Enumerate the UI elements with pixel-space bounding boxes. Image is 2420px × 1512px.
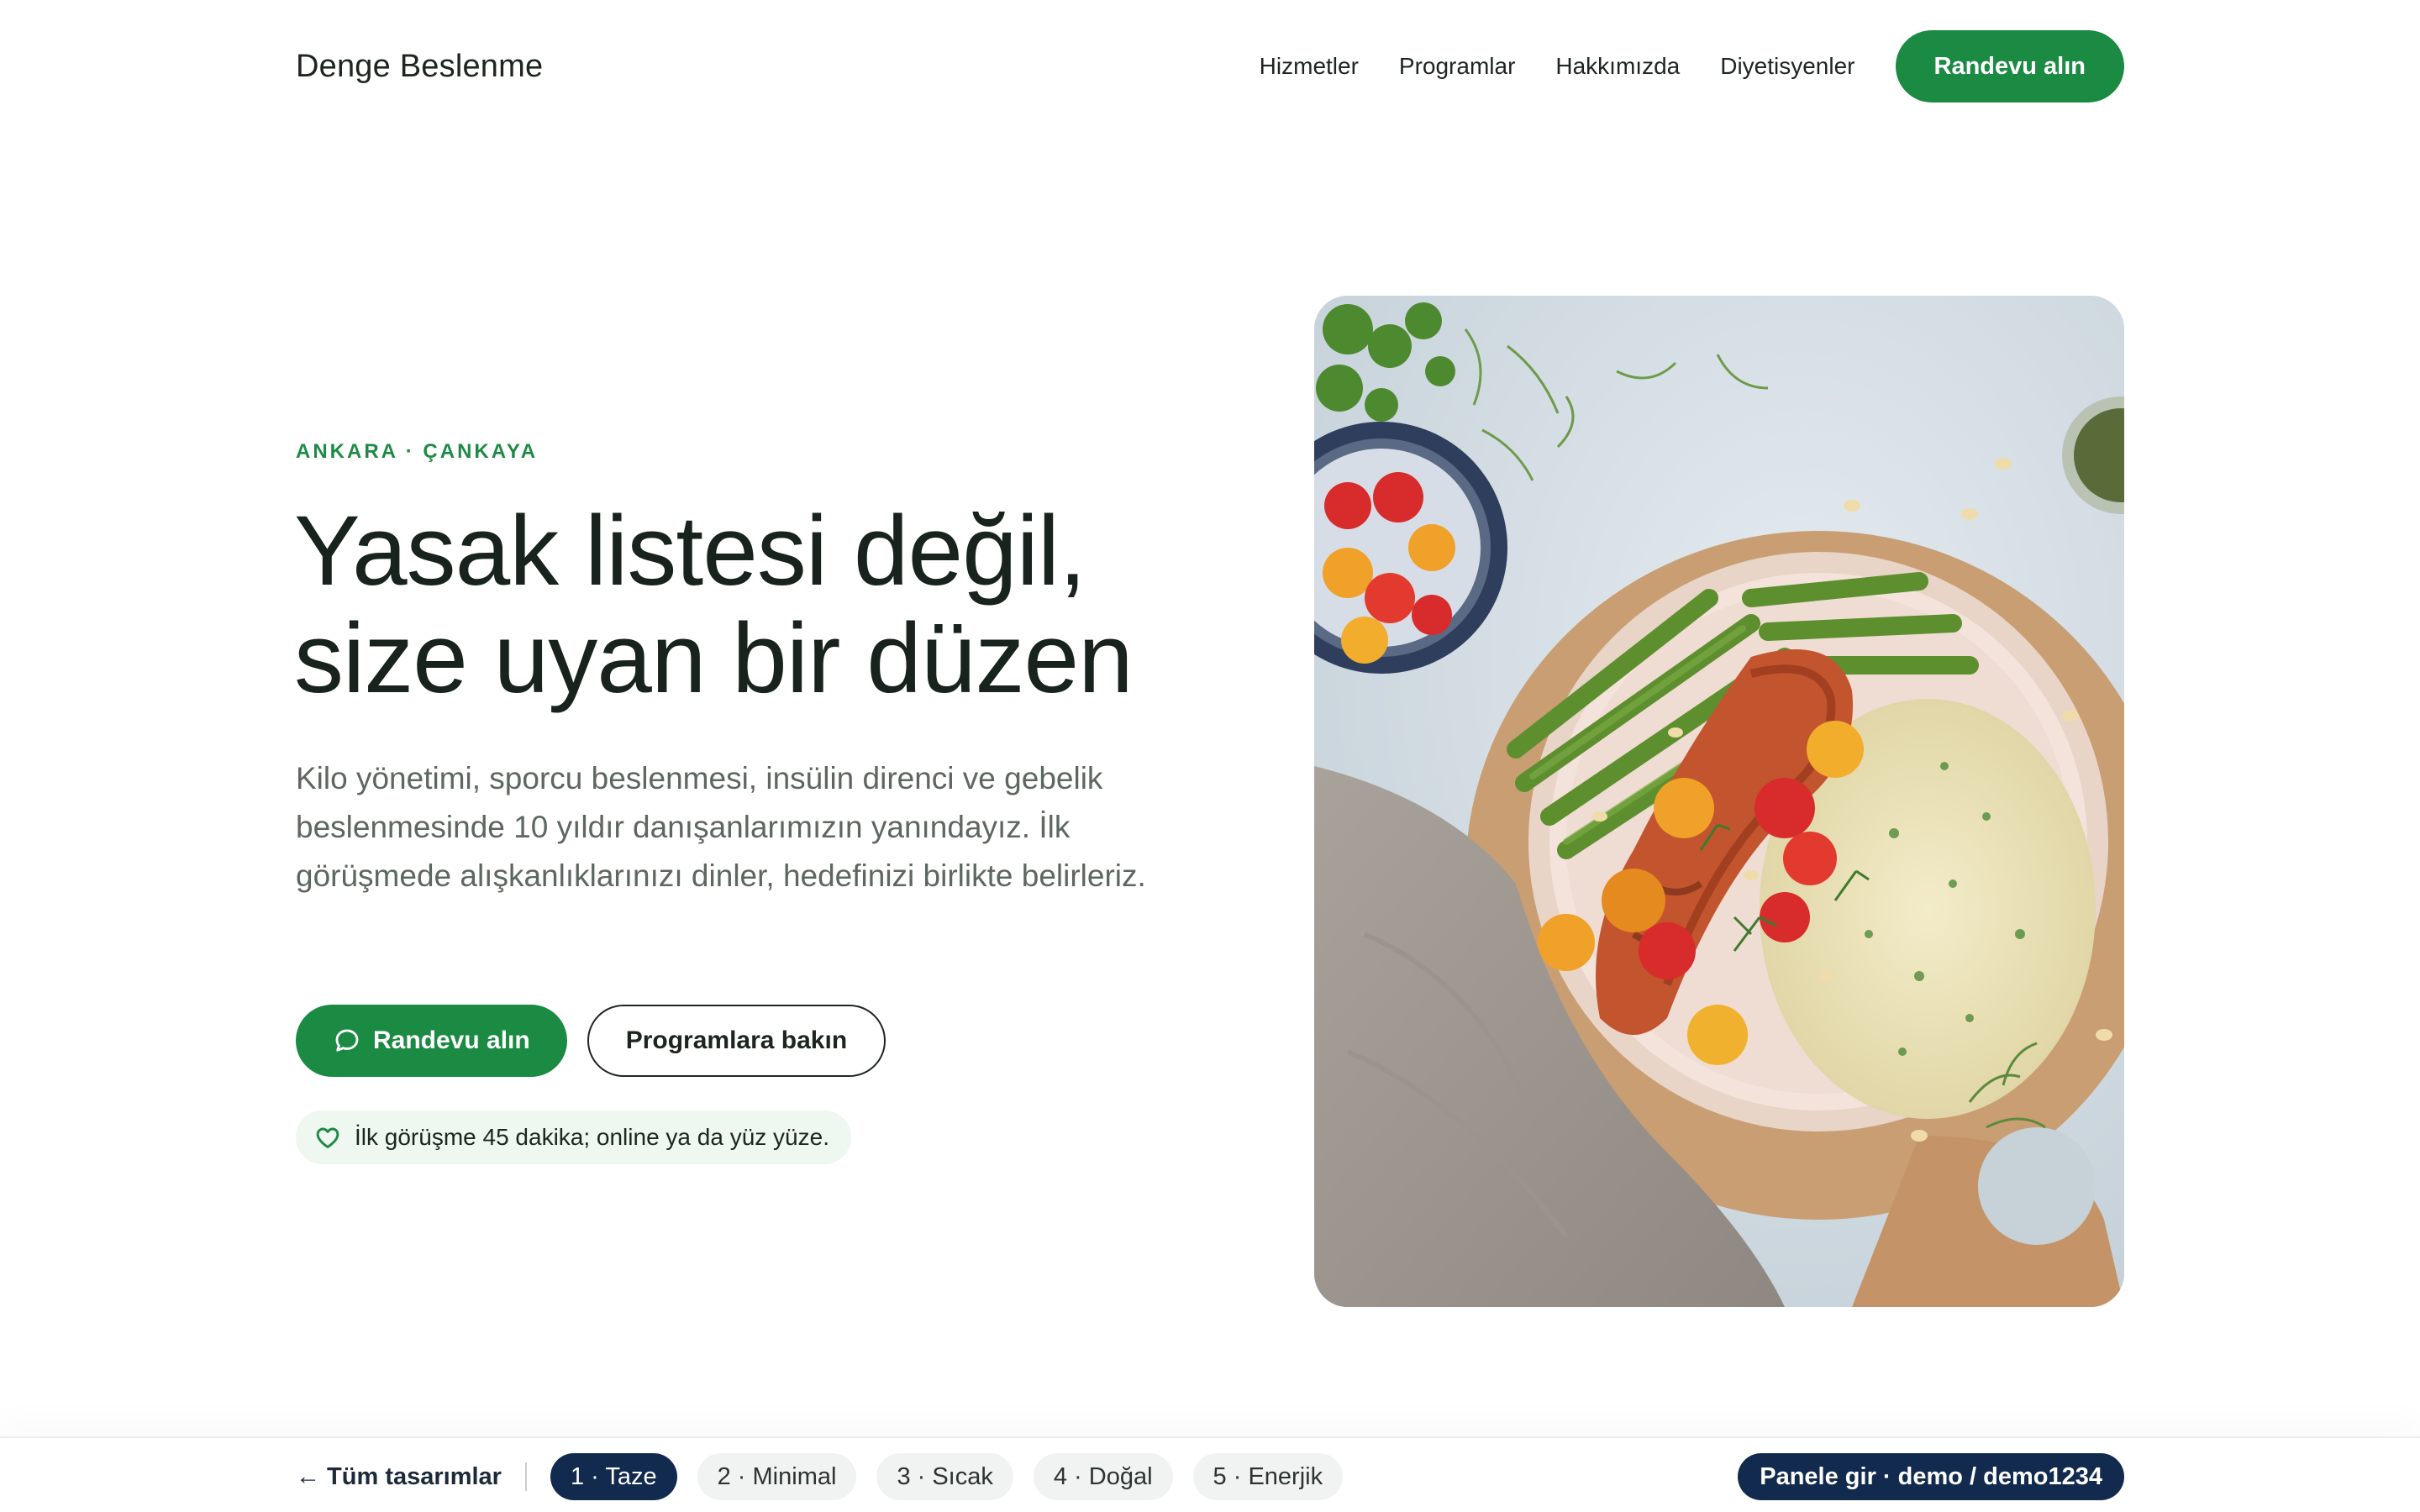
- hero-food-image: [1314, 296, 2124, 1307]
- nav-item-diyetisyenler[interactable]: Diyetisyenler: [1720, 53, 1854, 80]
- hero-headline-line-2: size uyan bir düzen: [294, 603, 1134, 714]
- hero-headline-line-1: Yasak listesi değil,: [294, 496, 1086, 606]
- main-nav: Hizmetler Programlar Hakkımızda Diyetisy…: [1260, 30, 2124, 102]
- first-meeting-note: İlk görüşme 45 dakika; online ya da yüz …: [296, 1110, 851, 1164]
- hero-lead: Kilo yönetimi, sporcu beslenmesi, insüli…: [296, 761, 1146, 893]
- variant-chip-minimal[interactable]: 2 · Minimal: [697, 1453, 857, 1500]
- site-header: Denge Beslenme Hizmetler Programlar Hakk…: [296, 30, 2124, 102]
- variant-chip-enerjik[interactable]: 5 · Enerjik: [1192, 1453, 1344, 1500]
- design-switcher-inner: ← Tüm tasarımlar 1 · Taze 2 · Minimal 3 …: [296, 1453, 2124, 1500]
- header-appointment-button[interactable]: Randevu alın: [1895, 30, 2124, 102]
- nav-item-programlar[interactable]: Programlar: [1399, 53, 1515, 80]
- hero-cta-row: Randevu alın Programlara bakın: [296, 1005, 886, 1077]
- all-designs-link[interactable]: ← Tüm tasarımlar: [296, 1463, 502, 1491]
- hero-appointment-button[interactable]: Randevu alın: [296, 1005, 567, 1077]
- switcher-divider: [524, 1462, 527, 1491]
- chat-bubble-icon: [335, 1029, 359, 1052]
- variant-chip-taze[interactable]: 1 · Taze: [550, 1453, 677, 1500]
- variant-chip-sicak[interactable]: 3 · Sıcak: [876, 1453, 1013, 1500]
- panel-login-button[interactable]: Panele gir · demo / demo1234: [1738, 1453, 2124, 1500]
- design-switcher-bar: ← Tüm tasarımlar 1 · Taze 2 · Minimal 3 …: [0, 1436, 2420, 1512]
- programs-button[interactable]: Programlara bakın: [587, 1005, 886, 1077]
- variant-chip-dogal[interactable]: 4 · Doğal: [1033, 1453, 1173, 1500]
- location-eyebrow: ANKARA · ÇANKAYA: [296, 440, 539, 463]
- hero-headline: Yasak listesi değil, size uyan bir düzen: [294, 497, 1218, 712]
- first-meeting-note-text: İlk görüşme 45 dakika; online ya da yüz …: [355, 1124, 829, 1150]
- food-plate-illustration: [1314, 296, 2124, 1307]
- nav-item-hakkimizda[interactable]: Hakkımızda: [1555, 53, 1680, 80]
- heart-icon: [316, 1127, 339, 1148]
- brand-logo[interactable]: Denge Beslenme: [296, 49, 543, 85]
- nav-item-hizmetler[interactable]: Hizmetler: [1260, 53, 1359, 80]
- hero-appointment-label: Randevu alın: [373, 1026, 530, 1054]
